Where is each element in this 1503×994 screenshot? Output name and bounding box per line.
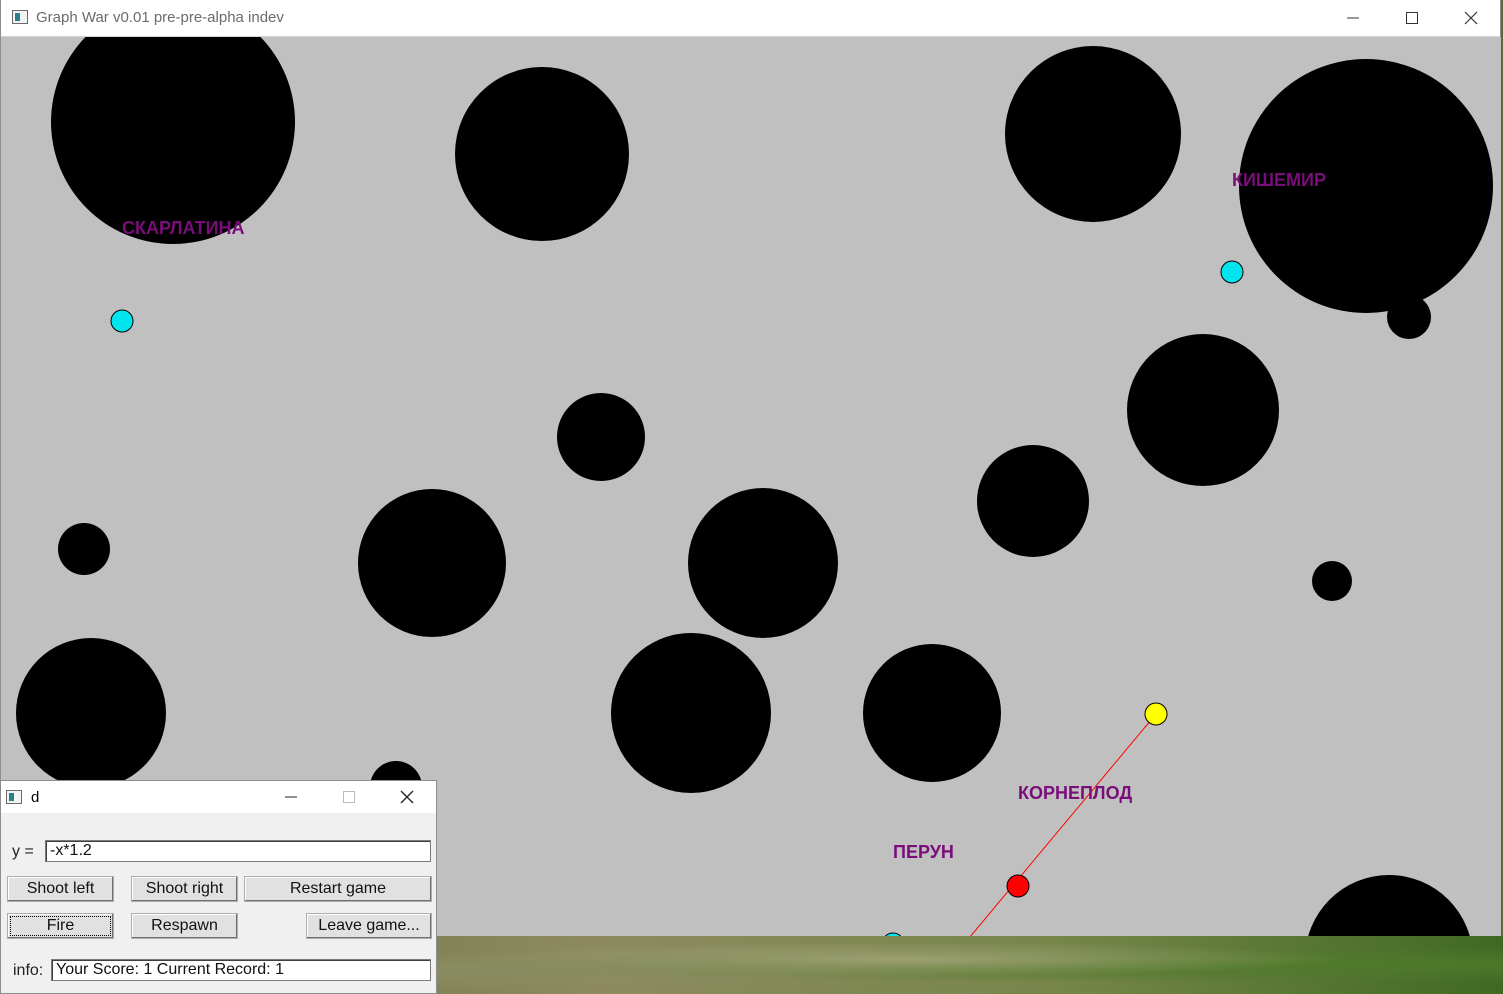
obstacle xyxy=(1005,46,1181,222)
obstacle xyxy=(1312,561,1352,601)
fire-button[interactable]: Fire xyxy=(7,913,114,939)
close-icon xyxy=(400,790,414,804)
info-label: info: xyxy=(13,962,44,979)
minimize-icon xyxy=(285,796,297,798)
obstacle xyxy=(611,633,771,793)
leave-game-button[interactable]: Leave game... xyxy=(306,913,432,939)
close-button[interactable] xyxy=(1442,0,1500,36)
obstacle xyxy=(455,67,629,241)
close-icon xyxy=(1464,11,1478,25)
obstacle xyxy=(688,488,838,638)
player-marker-kishemir xyxy=(1220,260,1244,284)
player-label-perun: ПЕРУН xyxy=(893,842,954,862)
app-icon xyxy=(6,790,22,804)
obstacle xyxy=(358,489,506,637)
shoot-right-button[interactable]: Shoot right xyxy=(131,876,238,902)
target-marker xyxy=(1144,702,1168,726)
maximize-icon xyxy=(1406,12,1418,24)
control-window-title: d xyxy=(31,789,40,806)
obstacle xyxy=(1387,295,1431,339)
obstacle xyxy=(977,445,1089,557)
obstacle xyxy=(58,523,110,575)
player-label-kishemir: КИШЕМИР xyxy=(1232,170,1326,190)
player-marker-perun xyxy=(884,932,902,936)
window-title: Graph War v0.01 pre-pre-alpha indev xyxy=(36,9,284,26)
info-field: Your Score: 1 Current Record: 1 xyxy=(51,959,431,981)
control-window: d y = -x*1.2 Shoot left Shoot right Rest… xyxy=(0,780,437,994)
control-minimize-button[interactable] xyxy=(262,781,320,813)
app-icon xyxy=(12,10,28,24)
shoot-left-button[interactable]: Shoot left xyxy=(7,876,114,902)
control-close-button[interactable] xyxy=(378,781,436,813)
player-marker-skarlatina xyxy=(110,309,134,333)
obstacle xyxy=(557,393,645,481)
maximize-button[interactable] xyxy=(1383,0,1441,36)
function-label: y = xyxy=(12,843,34,860)
obstacle xyxy=(1308,875,1470,936)
respawn-button[interactable]: Respawn xyxy=(131,913,238,939)
obstacle xyxy=(1127,334,1279,486)
function-input[interactable]: -x*1.2 xyxy=(45,840,431,862)
maximize-icon xyxy=(343,791,355,803)
restart-game-button[interactable]: Restart game xyxy=(244,876,432,902)
minimize-icon xyxy=(1347,17,1359,19)
control-maximize-button[interactable] xyxy=(320,781,378,813)
obstacle xyxy=(51,37,295,244)
player-label-korneplod: КОРНЕПЛОД xyxy=(1018,783,1133,803)
obstacle xyxy=(863,644,1001,782)
main-titlebar[interactable]: Graph War v0.01 pre-pre-alpha indev xyxy=(1,0,1500,37)
control-titlebar[interactable]: d xyxy=(1,781,436,813)
obstacle xyxy=(16,638,166,788)
minimize-button[interactable] xyxy=(1324,0,1382,36)
player-marker-korneplod xyxy=(1006,874,1030,898)
player-label-skarlatina: СКАРЛАТИНА xyxy=(122,218,245,238)
